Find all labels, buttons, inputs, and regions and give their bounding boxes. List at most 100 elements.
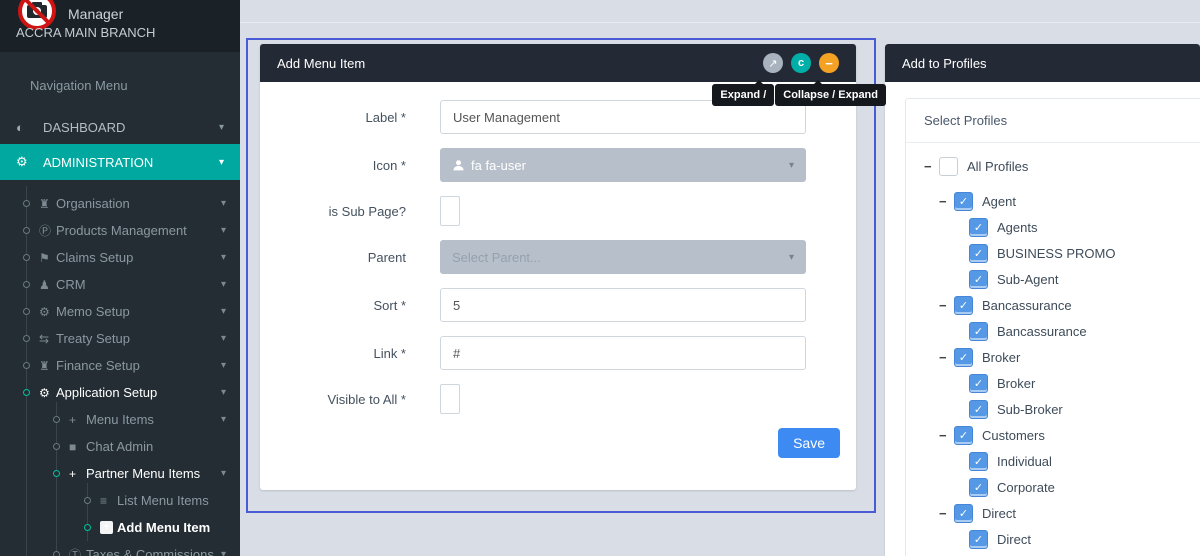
link-field-label: Link * [276,346,406,361]
panel-header: Add to Profiles [885,44,1200,82]
add-menu-item-panel: Add Menu Item ↗ c − Expand / Collapse / … [260,44,856,490]
is-sub-page-checkbox[interactable] [440,196,460,226]
gear-icon: ⚙ [16,154,43,170]
minimize-button[interactable]: − [819,53,839,73]
tree-node-label[interactable]: Direct [982,506,1016,521]
sidebar-tree-item: ■Chat Admin [0,433,240,460]
profile-checkbox[interactable]: ✓ [969,452,988,471]
selection-outline: Add Menu Item ↗ c − Expand / Collapse / … [246,38,876,513]
tree-node-label[interactable]: Agents [997,220,1037,235]
sidebar-item-list-menu-items[interactable]: ≡List Menu Items [0,487,240,514]
sidebar-submenu: +Menu Items▾■Chat Admin+Partner Menu Ite… [0,406,240,556]
tree-node-label[interactable]: Agent [982,194,1016,209]
save-button[interactable]: Save [778,428,840,458]
profile-checkbox[interactable]: ✓ [969,374,988,393]
sidebar-item-administration[interactable]: ⚙ ADMINISTRATION ▾ [0,144,240,180]
profile-checkbox[interactable]: ✓ [954,426,973,445]
tree-node-label[interactable]: Broker [982,350,1020,365]
nav-section-label: Navigation Menu [30,78,240,93]
icon-select[interactable]: fa fa-user ▾ [440,148,806,182]
profile-checkbox[interactable]: ✓ [969,478,988,497]
sidebar-item-application-setup[interactable]: ⚙Application Setup▾ [0,379,240,406]
add-menu-item-icon: + [100,521,113,534]
tree-node-agent: −✓ Agent [906,192,1200,211]
collapse-toggle-icon[interactable]: − [939,506,954,521]
collapse-toggle-icon[interactable]: − [939,350,954,365]
bullet-icon [84,497,91,504]
chevron-down-icon: ▾ [221,360,226,371]
bullet-icon [23,254,30,261]
tree-node-bancassurance: −✓Bancassurance [906,322,1200,341]
sidebar-item-crm[interactable]: ♟CRM▾ [0,271,240,298]
content-area: Add Menu Item ↗ c − Expand / Collapse / … [240,0,1200,556]
chevron-down-icon: ▾ [221,333,226,344]
profile-checkbox[interactable]: ✓ [969,218,988,237]
bullet-icon [23,308,30,315]
profile-checkbox[interactable]: ✓ [969,270,988,289]
sidebar-item-add-menu-item[interactable]: + Add Menu Item [0,514,240,541]
profile-checkbox[interactable]: ✓ [954,348,973,367]
bullet-icon [53,470,60,477]
sidebar-item-menu-items[interactable]: +Menu Items▾ [0,406,240,433]
tree-node-label[interactable]: BUSINESS PROMO [997,246,1115,261]
collapse-button[interactable]: c [791,53,811,73]
tree-node-label[interactable]: Customers [982,428,1045,443]
sidebar-item-chat-admin[interactable]: ■Chat Admin [0,433,240,460]
profile-checkbox[interactable]: ✓ [969,244,988,263]
panel-header: Add Menu Item ↗ c − Expand / Collapse / … [260,44,856,82]
sidebar-item-label: Organisation [56,196,130,211]
taxes-commissions-icon: Ⓣ [69,546,86,556]
finance-setup-icon: ♜ [39,359,56,373]
application-setup-icon: ⚙ [39,386,56,400]
tree-node-label[interactable]: All Profiles [967,159,1028,174]
bullet-icon [23,389,30,396]
link-input[interactable] [440,336,806,370]
sidebar-item-partner-menu-items[interactable]: +Partner Menu Items▾ [0,460,240,487]
profile-checkbox[interactable]: ✓ [954,192,973,211]
sidebar-item-label: Add Menu Item [117,520,210,535]
sidebar-item-organisation[interactable]: ♜Organisation▾ [0,190,240,217]
sidebar-item-products-management[interactable]: ⓅProducts Management▾ [0,217,240,244]
partner-menu-items-icon: + [69,467,86,481]
sidebar-tree-item: ♜Finance Setup▾ [0,352,240,379]
tree-node-label[interactable]: Bancassurance [982,298,1072,313]
profile-checkbox[interactable]: ✓ [969,322,988,341]
tree-node-label[interactable]: Sub-Broker [997,402,1063,417]
sidebar-item-claims-setup[interactable]: ⚑Claims Setup▾ [0,244,240,271]
tree-node-label[interactable]: Individual [997,454,1052,469]
visible-to-all-checkbox[interactable] [440,384,460,414]
tree-node-label[interactable]: Sub-Agent [997,272,1058,287]
sidebar-item-treaty-setup[interactable]: ⇆Treaty Setup▾ [0,325,240,352]
collapse-toggle-icon[interactable]: − [939,194,954,209]
sort-input[interactable] [440,288,806,322]
profile-checkbox[interactable]: ✓ [969,530,988,549]
expand-button[interactable]: ↗ [763,53,783,73]
profile-checkbox[interactable]: ✓ [954,504,973,523]
parent-field-label: Parent [276,250,406,265]
parent-select[interactable]: Select Parent... ▾ [440,240,806,274]
sort-field-label: Sort * [276,298,406,313]
sidebar-item-memo-setup[interactable]: ⚙Memo Setup▾ [0,298,240,325]
collapse-toggle-icon[interactable]: − [939,298,954,313]
menu-items-icon: + [69,413,86,427]
sidebar-item-taxes-commissions[interactable]: ⓉTaxes & Commissions▾ [0,541,240,556]
tree-node-label[interactable]: Direct [997,532,1031,547]
collapse-toggle-icon[interactable]: − [939,428,954,443]
profile-checkbox[interactable]: ✓ [969,400,988,419]
tree-node-label[interactable]: Broker [997,376,1035,391]
crm-icon: ♟ [39,278,56,292]
profile-checkbox[interactable] [939,157,958,176]
bullet-icon [53,443,60,450]
brand-header: Manager ACCRA MAIN BRANCH [0,0,240,52]
profile-checkbox[interactable]: ✓ [954,296,973,315]
tooltip-collapse-expand: Collapse / Expand [775,84,886,106]
tree-node-label[interactable]: Corporate [997,480,1055,495]
tree-node-customers: −✓ Customers [906,426,1200,445]
tooltip-expand: Expand / [712,84,774,106]
chevron-down-icon: ▾ [221,414,226,425]
tree-node-label[interactable]: Bancassurance [997,324,1087,339]
sidebar-item-finance-setup[interactable]: ♜Finance Setup▾ [0,352,240,379]
collapse-toggle-icon[interactable]: − [924,159,939,174]
sidebar-item-dashboard[interactable]: ◐ DASHBOARD ▾ [0,110,240,144]
products-management-icon: Ⓟ [39,222,56,239]
